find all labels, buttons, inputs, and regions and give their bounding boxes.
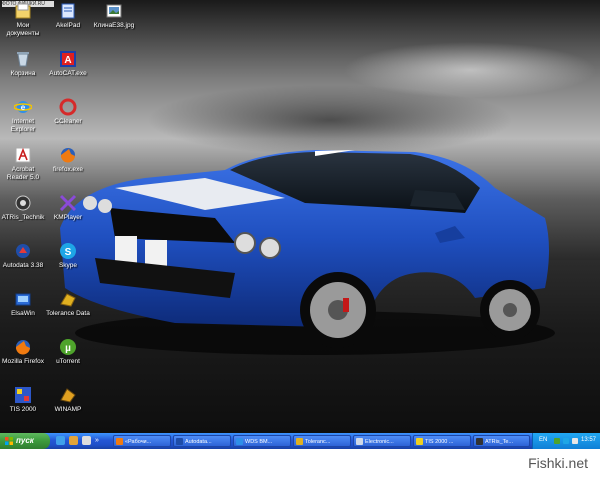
utorrent-icon: µ: [59, 338, 77, 356]
internet-explorer-icon: e: [13, 98, 33, 116]
desktop-icon-utorrent[interactable]: µ uTorrent: [38, 338, 98, 366]
windows-flag-icon: [5, 437, 13, 445]
task-button-2[interactable]: Autodata...: [173, 435, 231, 447]
task-button-3[interactable]: WDS BM...: [233, 435, 291, 447]
quicklaunch-desktop-icon[interactable]: [82, 436, 91, 445]
atris-technik-icon: [14, 194, 32, 212]
desktop-icon-ccleaner[interactable]: CCleaner: [38, 98, 98, 126]
autodata-icon: [14, 242, 32, 260]
tis-2000-icon: [14, 386, 32, 404]
quicklaunch-ie-icon[interactable]: [56, 436, 65, 445]
internet-explorer-icon: [236, 438, 243, 445]
task-button-6[interactable]: TIS 2000 ...: [413, 435, 471, 447]
desktop-icon-jpg-file[interactable]: КлинаE38.jpg: [84, 2, 144, 30]
desktop-icon-tolerance-data[interactable]: Tolerance Data: [38, 290, 98, 318]
tolerance-data-icon: [296, 438, 303, 445]
autodata-icon: [176, 438, 183, 445]
acrobat-reader-icon: [14, 146, 32, 164]
kmplayer-icon: [59, 194, 77, 212]
autocat-icon: A: [59, 50, 77, 68]
task-button-1[interactable]: «Рабочи...: [113, 435, 171, 447]
start-label: пуск: [16, 436, 34, 445]
desktop-icon-autocat[interactable]: A AutoCAT.exe: [38, 50, 98, 78]
tray-volume-icon[interactable]: [572, 438, 578, 444]
start-button[interactable]: пуск: [0, 433, 50, 449]
ccleaner-icon: [59, 98, 77, 116]
my-documents-icon: [14, 2, 32, 20]
desktop: ФОТО ФИШКИ.RU Мои документы AkelPad Клин…: [0, 0, 600, 433]
desktop-icon-skype[interactable]: S Skype: [38, 242, 98, 270]
quicklaunch-media-icon[interactable]: [69, 436, 78, 445]
jpg-file-icon: [105, 2, 123, 20]
atris-technik-icon: [476, 438, 483, 445]
clock[interactable]: 13:57: [581, 437, 596, 443]
mozilla-firefox-icon: [14, 338, 32, 356]
task-button-7[interactable]: ATRis_Te...: [473, 435, 530, 447]
system-tray: EN 13:57: [532, 433, 600, 449]
desktop-icon-kmplayer[interactable]: KMPlayer: [38, 194, 98, 222]
skype-icon: S: [59, 242, 77, 260]
window-icon: [356, 438, 363, 445]
svg-text:A: A: [64, 55, 71, 66]
svg-text:e: e: [21, 103, 26, 112]
quicklaunch-chevron-icon[interactable]: »: [95, 436, 104, 445]
desktop-icon-firefox-exe[interactable]: firefox.exe: [38, 146, 98, 174]
taskbar: пуск » «Рабочи... Autodata... WDS BM... …: [0, 433, 600, 449]
svg-text:S: S: [65, 247, 72, 258]
car-wallpaper-image: [60, 150, 555, 355]
akelpad-icon: [59, 2, 77, 20]
tray-skype-icon[interactable]: [563, 438, 569, 444]
task-button-4[interactable]: Toleranc...: [293, 435, 351, 447]
desktop-icon-winamp[interactable]: WINAMP: [38, 386, 98, 414]
svg-text:µ: µ: [65, 343, 71, 354]
winamp-icon: [59, 386, 77, 404]
language-indicator[interactable]: EN: [539, 437, 547, 443]
elsawin-icon: [14, 290, 32, 308]
tray-utorrent-icon[interactable]: [554, 438, 560, 444]
firefox-icon: [116, 438, 123, 445]
task-button-5[interactable]: Electronic...: [353, 435, 411, 447]
watermark: Fishki.net: [528, 455, 588, 471]
tolerance-data-icon: [59, 290, 77, 308]
firefox-icon: [59, 146, 77, 164]
tis-2000-icon: [416, 438, 423, 445]
recycle-bin-icon: [14, 50, 32, 68]
